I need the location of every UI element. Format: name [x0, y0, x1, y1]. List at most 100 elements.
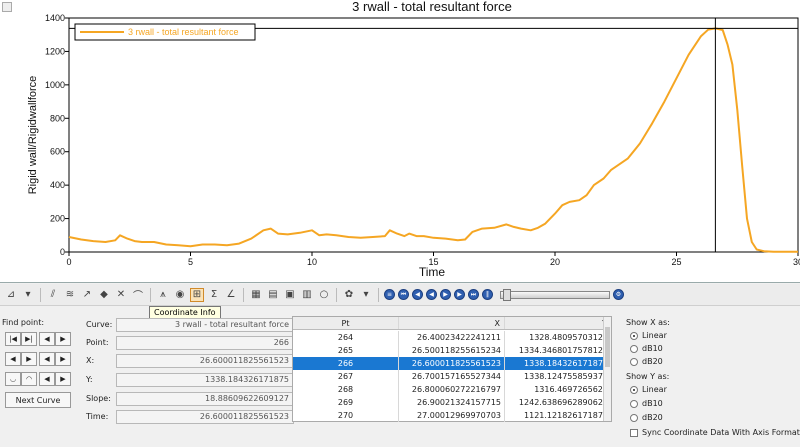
- point-label: Point:: [86, 338, 109, 347]
- point-field[interactable]: 266: [116, 336, 294, 350]
- dropdown-arrow-icon[interactable]: ▾: [21, 288, 35, 302]
- x-header[interactable]: X: [399, 317, 505, 329]
- y-tick-label: 0: [60, 247, 65, 257]
- time-field[interactable]: 26.600011825561523: [116, 410, 294, 424]
- prev-point-button[interactable]: ◀: [39, 332, 55, 346]
- step-back-icon[interactable]: ◀: [412, 289, 423, 300]
- prev-max-button[interactable]: ◀: [5, 352, 21, 366]
- peak-icon[interactable]: ⩚: [156, 288, 170, 302]
- save-icon[interactable]: ▥: [300, 288, 314, 302]
- toolbar-separator: [150, 287, 151, 302]
- radio-icon[interactable]: [630, 331, 638, 340]
- curve-color-icon[interactable]: ≋: [63, 288, 77, 302]
- table-row[interactable]: 270 27.00012969970703 1121.121826171875: [293, 409, 611, 422]
- animation-slider[interactable]: [500, 288, 610, 301]
- curve-filter-icon[interactable]: ⌒: [131, 288, 145, 302]
- toolbar-separator: [378, 287, 379, 302]
- coordinate-info-icon[interactable]: ⊞: [190, 287, 204, 302]
- toolbar-separator: [243, 287, 244, 302]
- show-x-db10-option[interactable]: dB10: [630, 344, 663, 353]
- table-row[interactable]: 264 26.40023422241211 1328.48095703125: [293, 331, 611, 344]
- curve-edit-icon[interactable]: ⫽: [46, 288, 60, 302]
- animation-settings-icon[interactable]: ⚙: [613, 289, 624, 300]
- first-point-button[interactable]: |◀: [5, 332, 21, 346]
- peak-button[interactable]: ◠: [21, 372, 37, 386]
- radio-icon[interactable]: [630, 385, 638, 394]
- show-as-panel: Show X as: Linear dB10 dB20 Show Y as: L…: [622, 318, 800, 446]
- valley-button[interactable]: ◡: [5, 372, 21, 386]
- point-row: Point: 266: [82, 336, 296, 350]
- pause-icon[interactable]: ‖: [482, 289, 493, 300]
- prev-curve-point-button[interactable]: ◀: [39, 372, 55, 386]
- table-row[interactable]: 269 26.90021324157715 1242.6386962890625: [293, 396, 611, 409]
- radio-icon[interactable]: [630, 344, 638, 353]
- last-frame-icon[interactable]: ⏭: [468, 289, 479, 300]
- curve-delete-icon[interactable]: ✕: [114, 288, 128, 302]
- first-frame-icon[interactable]: ⏮: [398, 289, 409, 300]
- play-icon[interactable]: ▶: [440, 289, 451, 300]
- next-point-button[interactable]: ▶: [55, 332, 71, 346]
- settings-icon[interactable]: ○: [317, 288, 331, 302]
- y-field[interactable]: 1338.184326171875: [116, 373, 294, 387]
- radio-icon[interactable]: [630, 399, 638, 408]
- next-step-button[interactable]: ▶: [55, 352, 71, 366]
- step-forward-icon[interactable]: ▶: [454, 289, 465, 300]
- show-y-db20-option[interactable]: dB20: [630, 413, 663, 422]
- y-cell: 1328.48095703125: [529, 333, 608, 342]
- dropdown-arrow-icon[interactable]: ▾: [359, 288, 373, 302]
- sync-label: Sync Coordinate Data With Axis Format: [642, 428, 800, 437]
- grid-icon[interactable]: ▤: [266, 288, 280, 302]
- pt-header[interactable]: Pt: [293, 317, 399, 329]
- sigma-icon[interactable]: Σ: [207, 288, 221, 302]
- table-scrollbar-thumb[interactable]: [605, 327, 610, 367]
- next-curve-button[interactable]: Next Curve: [5, 392, 71, 408]
- animation-slider-thumb[interactable]: [503, 288, 511, 301]
- curve-row: Curve: 3 rwall - total resultant force: [82, 318, 296, 332]
- color-wheel-icon[interactable]: ◉: [173, 288, 187, 302]
- show-x-linear-option[interactable]: Linear: [630, 331, 667, 340]
- y-tick-label: 200: [50, 214, 65, 224]
- plot-area[interactable]: 3 rwall - total resultant force 0 5 10 15 20…: [0, 0, 800, 283]
- math-curve-icon[interactable]: ∠: [224, 288, 238, 302]
- chart-title: 3 rwall - total resultant force: [352, 0, 512, 14]
- option-label: dB20: [642, 413, 663, 422]
- y-axis-label: Rigid wall/Rigidwallforce: [27, 76, 39, 195]
- table-row[interactable]: 266 26.600011825561523 1338.184326171875: [293, 357, 611, 370]
- axis-options-icon[interactable]: ⊿: [4, 288, 18, 302]
- curve-add-icon[interactable]: ↗: [80, 288, 94, 302]
- radio-icon[interactable]: [630, 357, 638, 366]
- y-tick-label: 1400: [45, 13, 65, 23]
- find-point-panel: Find point: |◀ ▶| ◀ ▶ ◀ ▶ ◀ ▶ ◡ ◠ ◀ ▶ Ne…: [0, 318, 78, 446]
- show-x-db20-option[interactable]: dB20: [630, 357, 663, 366]
- table-icon[interactable]: ▦: [249, 288, 263, 302]
- y-header[interactable]: Y: [505, 317, 611, 329]
- legend-entry: 3 rwall - total resultant force: [128, 27, 239, 37]
- last-point-button[interactable]: ▶|: [21, 332, 37, 346]
- checkbox-icon[interactable]: [630, 428, 638, 437]
- curve-field[interactable]: 3 rwall - total resultant force: [116, 318, 294, 332]
- table-row[interactable]: 265 26.500118255615234 1334.3468017578125: [293, 344, 611, 357]
- next-curve-point-button[interactable]: ▶: [55, 372, 71, 386]
- prev-step-button[interactable]: ◀: [39, 352, 55, 366]
- table-row[interactable]: 268 26.800060272216797 1316.4697265625: [293, 383, 611, 396]
- sync-coordinate-option[interactable]: Sync Coordinate Data With Axis Format: [630, 428, 800, 437]
- y-cell: 1334.3468017578125: [518, 346, 608, 355]
- show-y-linear-option[interactable]: Linear: [630, 385, 667, 394]
- slope-field[interactable]: 18.88609622609127: [116, 392, 294, 406]
- series-line[interactable]: [68, 27, 798, 253]
- x-row: X: 26.600011825561523: [82, 354, 296, 368]
- table-scrollbar[interactable]: [603, 317, 611, 421]
- export-icon[interactable]: ▣: [283, 288, 297, 302]
- table-row[interactable]: 267 26.700157165527344 1338.124755859375: [293, 370, 611, 383]
- show-y-db10-option[interactable]: dB10: [630, 399, 663, 408]
- radio-icon[interactable]: [630, 413, 638, 422]
- curve-style-icon[interactable]: ◆: [97, 288, 111, 302]
- coordinate-table[interactable]: Pt X Y 26426.40023422241211 1328.48095703…: [292, 316, 612, 422]
- palette-icon[interactable]: ✿: [342, 288, 356, 302]
- next-max-button[interactable]: ▶: [21, 352, 37, 366]
- option-label: Linear: [642, 385, 667, 394]
- x-field[interactable]: 26.600011825561523: [116, 354, 294, 368]
- play-reverse-icon[interactable]: ◀: [426, 289, 437, 300]
- x-cell: 26.600011825561523: [399, 357, 505, 370]
- animation-menu-icon[interactable]: ≡: [384, 289, 395, 300]
